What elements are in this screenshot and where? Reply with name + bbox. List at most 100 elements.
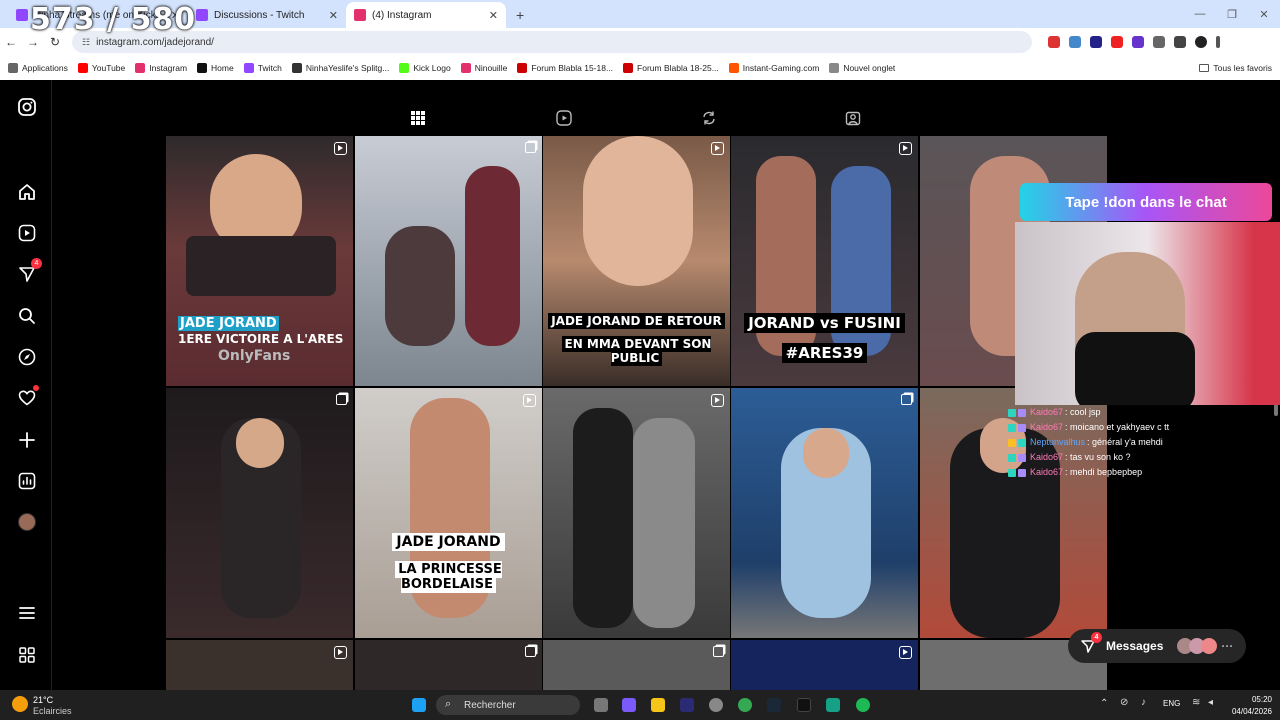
volume-icon[interactable]: ◂ xyxy=(1208,697,1213,708)
home-icon[interactable] xyxy=(16,181,38,203)
post-overlay-line: 1ERE VICTOIRE A L'ARES xyxy=(166,332,353,346)
windows-start-icon[interactable] xyxy=(412,698,426,712)
mic-icon[interactable]: ♪ xyxy=(1141,697,1146,708)
steam-icon[interactable] xyxy=(767,698,781,712)
post-tile[interactable]: JADE JORAND 1ERE VICTOIRE A L'ARES OnlyF… xyxy=(166,136,353,386)
ext-icon[interactable] xyxy=(1069,36,1081,48)
reel-icon xyxy=(711,394,724,407)
minimize-icon[interactable]: — xyxy=(1184,8,1216,20)
network-off-icon[interactable]: ⊘ xyxy=(1120,697,1128,708)
tagged-tab-icon[interactable] xyxy=(845,110,863,128)
bookmark-item[interactable]: Instagram xyxy=(135,63,187,73)
weather-temp[interactable]: 21°C xyxy=(33,695,53,705)
task-view-icon[interactable] xyxy=(594,698,608,712)
more-icon[interactable]: ··· xyxy=(1221,639,1233,653)
bookmark-item[interactable]: NinhaYeslife's Splitg... xyxy=(291,63,389,73)
bookmark-item[interactable]: Forum Blabla 15-18... xyxy=(517,63,613,73)
forward-icon[interactable]: → xyxy=(22,35,44,49)
language-indicator[interactable]: ENG xyxy=(1163,699,1180,708)
close-tab-icon[interactable]: ✕ xyxy=(329,9,338,22)
chat-username: Neptunvalhus xyxy=(1030,437,1086,447)
post-tile[interactable] xyxy=(166,640,353,690)
url-field[interactable]: ☷ instagram.com/jadejorand/ xyxy=(72,31,1032,53)
post-tile[interactable]: JADE JORAND DE RETOUR EN MMA DEVANT SON … xyxy=(543,136,730,386)
bookmark-item[interactable]: Forum Blabla 18-25... xyxy=(623,63,719,73)
meta-apps-icon[interactable] xyxy=(16,644,38,666)
messages-button[interactable]: 4 Messages ··· xyxy=(1068,629,1246,663)
new-tab-button[interactable]: + xyxy=(516,2,524,28)
ext-icon[interactable] xyxy=(1111,36,1123,48)
more-menu-icon[interactable] xyxy=(16,602,38,624)
bookmark-item[interactable]: Kick Logo xyxy=(399,63,451,73)
app-icon[interactable] xyxy=(826,698,840,712)
file-explorer-icon[interactable] xyxy=(651,698,665,712)
bookmark-label: Nouvel onglet xyxy=(843,63,896,73)
settings-icon[interactable] xyxy=(709,698,723,712)
reels-tab-icon[interactable] xyxy=(556,110,574,128)
clock-date[interactable]: 04/04/2026 xyxy=(1222,707,1272,716)
messenger-icon[interactable]: 4 xyxy=(16,258,42,285)
taskbar-search[interactable]: ⌕ Rechercher xyxy=(436,695,580,715)
chat-username: Kaido67 xyxy=(1030,422,1064,432)
tiktok-icon[interactable] xyxy=(797,698,811,712)
search-icon[interactable] xyxy=(16,305,38,327)
bookmark-item[interactable]: Applications xyxy=(8,63,68,73)
close-tab-icon[interactable]: ✕ xyxy=(489,9,498,22)
browser-tab-3[interactable]: (4) Instagram ✕ xyxy=(346,2,506,28)
heart-icon[interactable] xyxy=(16,385,39,409)
bookmark-item[interactable]: Twitch xyxy=(243,63,282,73)
post-tile[interactable]: JORAND vs FUSINI #ARES39 xyxy=(731,136,918,386)
ext-icon[interactable] xyxy=(1132,36,1144,48)
post-tile[interactable] xyxy=(731,640,918,690)
window-controls: — ❐ ✕ xyxy=(1184,0,1280,28)
post-tile[interactable]: JADE JORAND LA PRINCESSE BORDELAISE xyxy=(355,388,542,638)
browser-tab-2[interactable]: Discussions - Twitch ✕ xyxy=(188,2,346,28)
bookmark-item[interactable]: YouTube xyxy=(77,63,125,73)
bookmark-item[interactable]: Instant-Gaming.com xyxy=(728,63,819,73)
all-bookmarks[interactable]: Tous les favoris xyxy=(1199,56,1272,80)
posts-grid-tab-icon[interactable] xyxy=(410,110,428,128)
bookmark-item[interactable]: Home xyxy=(197,63,234,73)
back-icon[interactable]: ← xyxy=(0,35,22,49)
reload-icon[interactable]: ↻ xyxy=(44,35,66,49)
post-tile[interactable] xyxy=(355,640,542,690)
avatar[interactable] xyxy=(1195,36,1207,48)
red-dot xyxy=(33,385,39,391)
ext-icon[interactable] xyxy=(1090,36,1102,48)
chevron-up-icon[interactable]: ⌃ xyxy=(1100,698,1108,709)
post-overlay-text: JADE JORAND xyxy=(392,533,505,551)
instant-gaming-icon xyxy=(728,63,739,73)
reels-icon[interactable] xyxy=(16,222,38,244)
wifi-icon[interactable]: ≋ xyxy=(1192,697,1200,708)
site-info-icon[interactable]: ☷ xyxy=(82,37,90,48)
clock-time[interactable]: 05:20 xyxy=(1222,695,1272,704)
chat-text: : général y'a mehdi xyxy=(1087,437,1163,447)
weather-desc[interactable]: Eclaircies xyxy=(33,706,72,716)
create-icon[interactable] xyxy=(16,429,38,451)
dashboard-icon[interactable] xyxy=(16,470,38,492)
post-overlay-text: 1ERE VICTOIRE A L'ARES xyxy=(178,332,344,346)
reposts-tab-icon[interactable] xyxy=(701,110,719,128)
premiere-icon[interactable] xyxy=(680,698,694,712)
download-icon[interactable] xyxy=(1174,36,1186,48)
spotify-icon[interactable] xyxy=(856,698,870,712)
puzzle-icon[interactable] xyxy=(1153,36,1165,48)
post-tile[interactable] xyxy=(543,388,730,638)
explore-icon[interactable] xyxy=(16,346,38,368)
reel-icon xyxy=(334,646,347,659)
post-tile[interactable] xyxy=(355,136,542,386)
post-tile[interactable] xyxy=(543,640,730,690)
restore-icon[interactable]: ❐ xyxy=(1216,8,1248,21)
ext-icon[interactable] xyxy=(1048,36,1060,48)
copilot-icon[interactable] xyxy=(622,698,636,712)
instagram-logo-icon[interactable] xyxy=(16,96,38,118)
post-tile[interactable] xyxy=(731,388,918,638)
menu-icon[interactable] xyxy=(1216,36,1220,48)
post-tile[interactable] xyxy=(166,388,353,638)
avatar[interactable] xyxy=(16,511,38,533)
bookmark-item[interactable]: Nouvel onglet xyxy=(829,63,895,73)
chrome-icon[interactable] xyxy=(738,698,752,712)
close-window-icon[interactable]: ✕ xyxy=(1248,8,1280,21)
bookmark-item[interactable]: Ninouille xyxy=(460,63,507,73)
bookmark-label: Forum Blabla 18-25... xyxy=(637,63,719,73)
